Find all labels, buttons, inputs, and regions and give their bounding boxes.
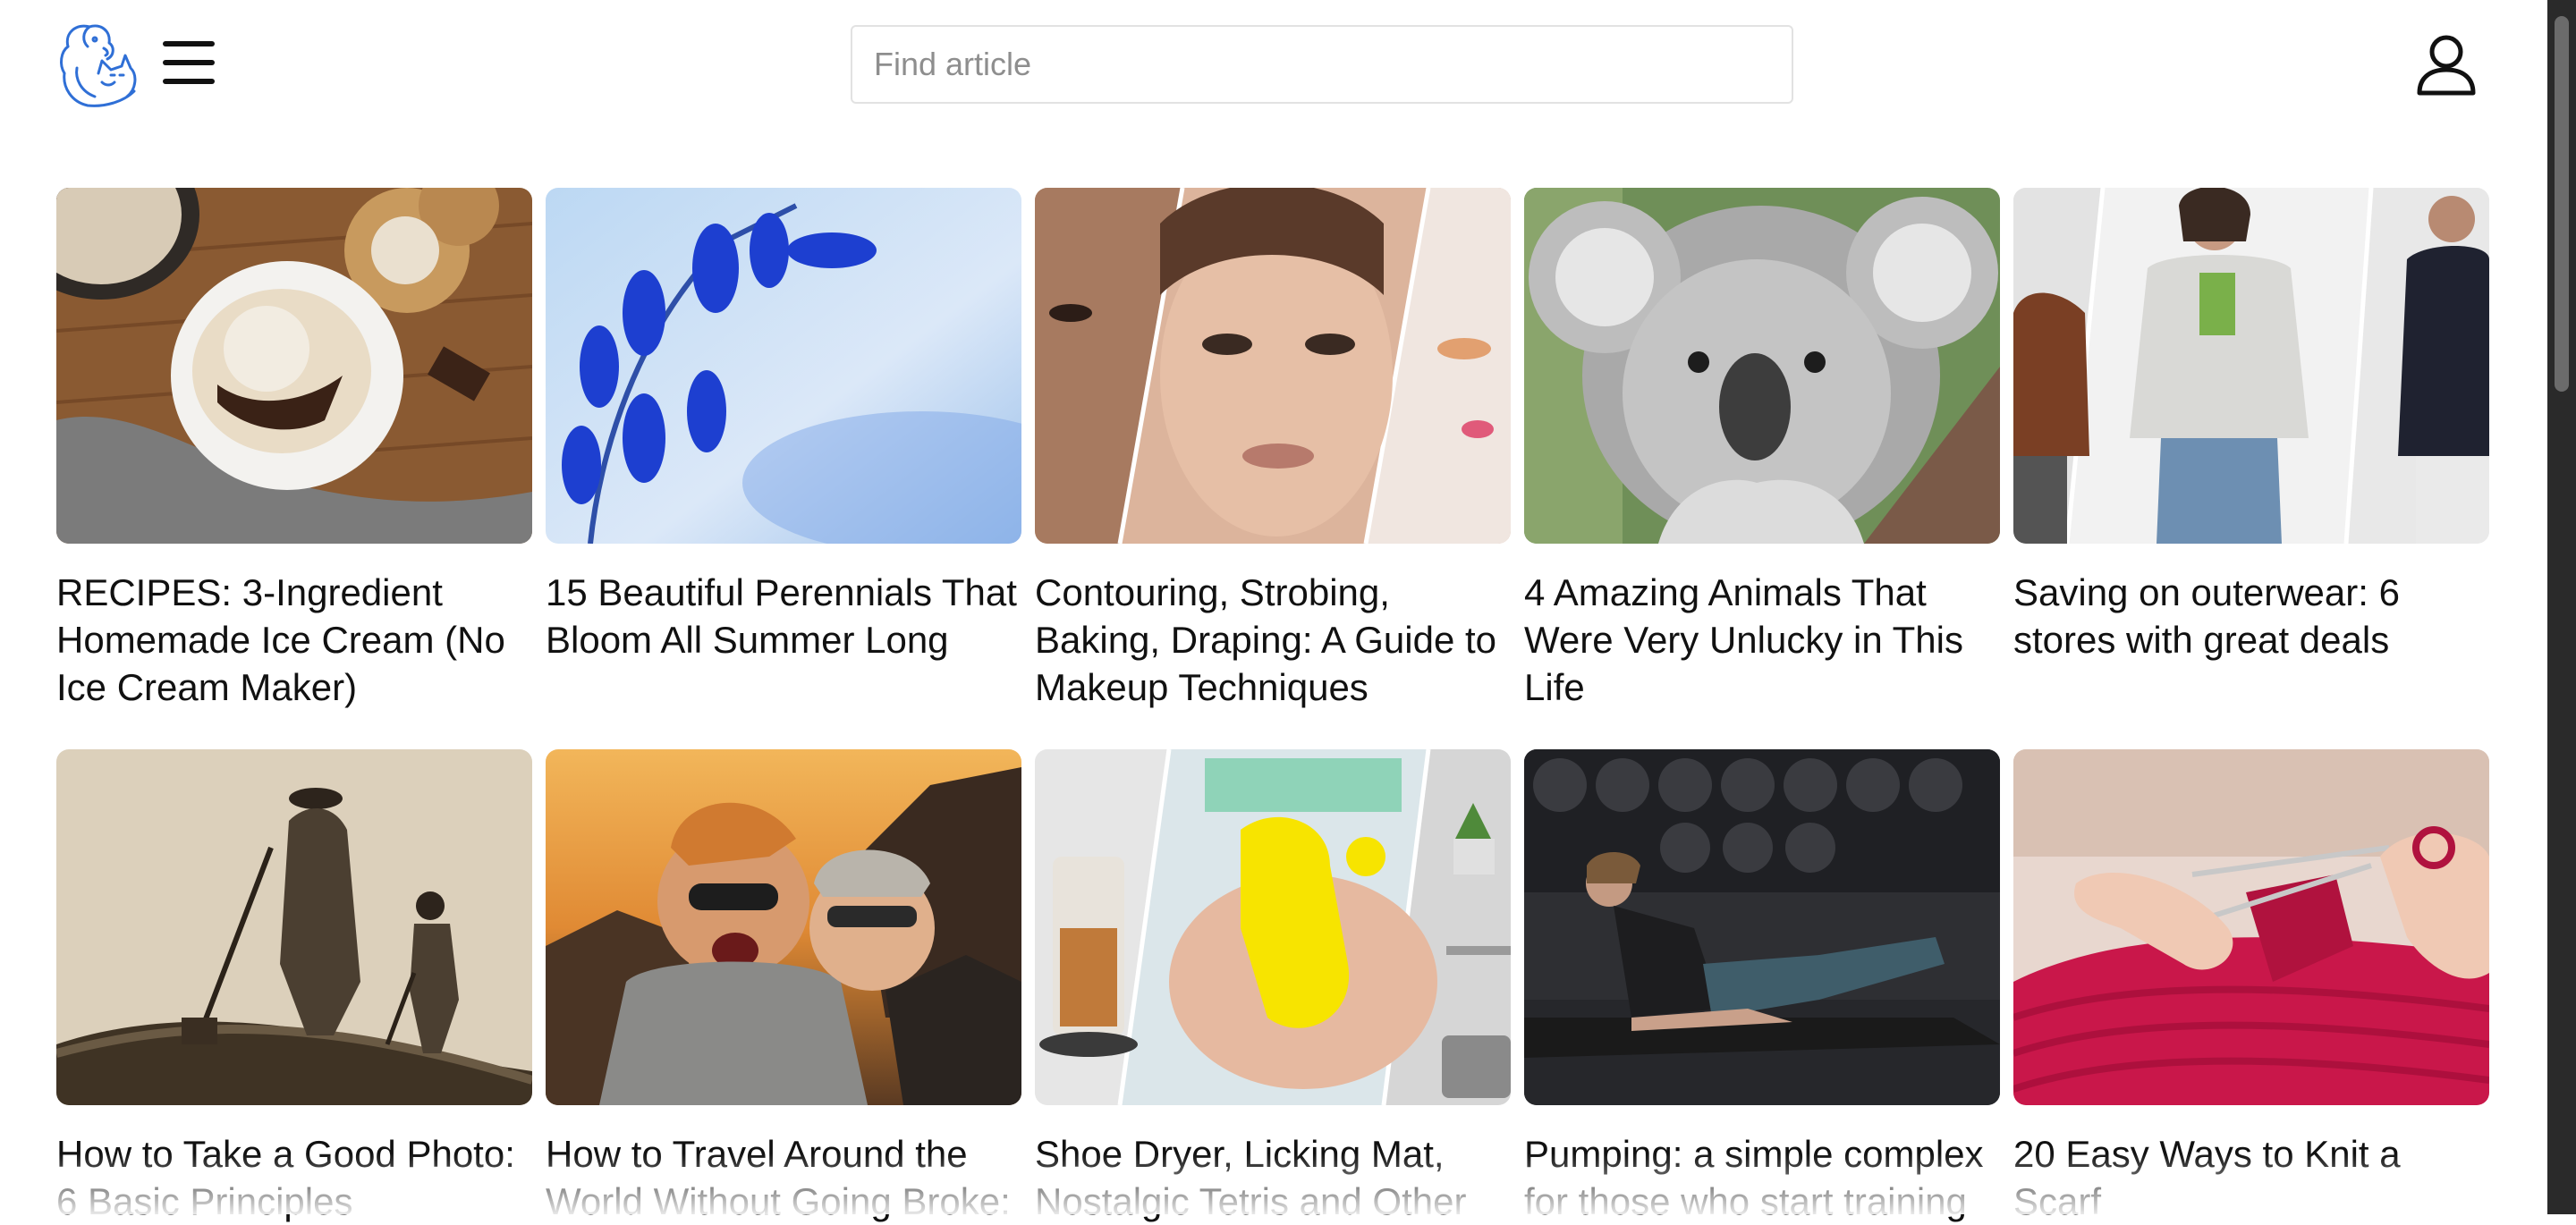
menu-line [163, 79, 215, 84]
vertical-scrollbar[interactable] [2547, 0, 2576, 1214]
vintage-photo-figures-image [56, 749, 532, 1105]
ice-cream-bowl-image [56, 188, 532, 544]
dog-and-cat-logo-icon[interactable] [55, 20, 140, 109]
article-card[interactable]: How to Travel Around the World Without G… [546, 749, 1021, 1225]
makeup-faces-collage-image [1035, 188, 1511, 544]
article-title: Contouring, Strobing, Baking, Draping: A… [1035, 571, 1496, 708]
article-card[interactable]: 20 Easy Ways to Knit a Scarf [2013, 749, 2489, 1225]
user-profile-icon[interactable] [2415, 32, 2478, 97]
article-title: How to Take a Good Photo: 6 Basic Princi… [56, 1133, 515, 1222]
outerwear-models-image [2013, 188, 2489, 544]
article-card[interactable]: Pumping: a simple complex for those who … [1524, 749, 2000, 1225]
gadgets-collage-image [1035, 749, 1511, 1105]
article-card[interactable]: Contouring, Strobing, Baking, Draping: A… [1035, 188, 1511, 711]
article-card[interactable]: 4 Amazing Animals That Were Very Unlucky… [1524, 188, 2000, 711]
article-title: Pumping: a simple complex for those who … [1524, 1133, 1984, 1222]
travel-selfie-couple-image [546, 749, 1021, 1105]
article-card[interactable]: Saving on outerwear: 6 stores with great… [2013, 188, 2489, 663]
knitting-scarf-image [2013, 749, 2489, 1105]
article-card[interactable]: 15 Beautiful Perennials That Bloom All S… [546, 188, 1021, 663]
scrollbar-thumb[interactable] [2555, 16, 2569, 392]
article-title: 20 Easy Ways to Knit a Scarf [2013, 1133, 2401, 1222]
article-card[interactable]: RECIPES: 3-Ingredient Homemade Ice Cream… [56, 188, 532, 711]
menu-line [163, 41, 215, 46]
article-card[interactable]: Shoe Dryer, Licking Mat, Nostalgic Tetri… [1035, 749, 1511, 1225]
top-header [0, 0, 2547, 134]
gym-workout-image [1524, 749, 2000, 1105]
article-card[interactable]: How to Take a Good Photo: 6 Basic Princi… [56, 749, 532, 1225]
article-title: How to Travel Around the World Without G… [546, 1133, 1011, 1222]
koala-image [1524, 188, 2000, 544]
article-title: Saving on outerwear: 6 stores with great… [2013, 571, 2400, 661]
bluebell-flowers-image [546, 188, 1021, 544]
menu-line [163, 60, 215, 65]
search-input[interactable] [851, 25, 1793, 104]
article-title: Shoe Dryer, Licking Mat, Nostalgic Tetri… [1035, 1133, 1467, 1222]
hamburger-menu-icon[interactable] [163, 38, 215, 88]
article-title: 4 Amazing Animals That Were Very Unlucky… [1524, 571, 1963, 708]
article-title: RECIPES: 3-Ingredient Homemade Ice Cream… [56, 571, 505, 708]
article-title: 15 Beautiful Perennials That Bloom All S… [546, 571, 1017, 661]
